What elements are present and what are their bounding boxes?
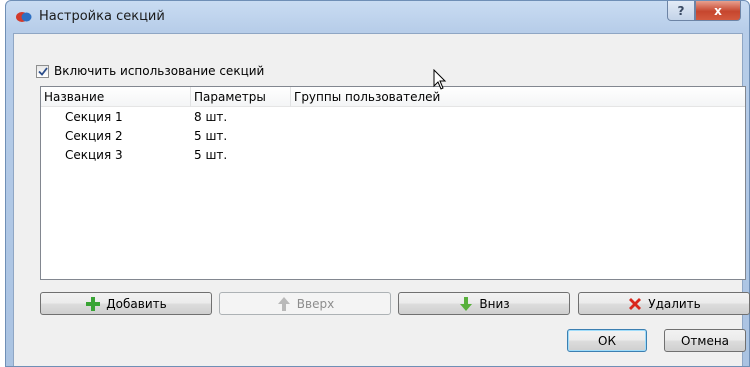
ok-button[interactable]: ОК	[567, 329, 647, 352]
table-header: Название Параметры Группы пользователей	[41, 87, 745, 107]
row-name: Секция 3	[65, 148, 123, 162]
row-name: Секция 2	[65, 129, 123, 143]
column-header-params[interactable]: Параметры	[191, 87, 291, 107]
cancel-button[interactable]: Отмена	[664, 329, 746, 352]
plus-green-icon	[86, 296, 101, 311]
cross-red-icon	[629, 297, 642, 310]
add-button[interactable]: Добавить	[40, 292, 212, 315]
move-down-button[interactable]: Вниз	[398, 292, 570, 315]
column-header-name[interactable]: Название	[41, 87, 191, 107]
table-row[interactable]: Секция 3 5 шт.	[41, 146, 745, 165]
app-icon	[16, 12, 32, 22]
row-name: Секция 1	[65, 110, 123, 124]
delete-button[interactable]: Удалить	[578, 292, 750, 315]
dialog-window: Настройка секций ? x Включить использова…	[5, 0, 750, 367]
delete-button-label: Удалить	[648, 296, 701, 311]
sections-table[interactable]: Название Параметры Группы пользователей …	[40, 86, 746, 280]
close-button[interactable]: x	[695, 1, 741, 21]
column-header-groups[interactable]: Группы пользователей	[291, 87, 746, 107]
enable-sections-checkbox[interactable]	[36, 64, 49, 78]
close-icon: x	[714, 3, 722, 18]
window-title: Настройка секций	[39, 9, 165, 24]
move-up-button[interactable]: Вверх	[219, 292, 391, 315]
row-params: 5 шт.	[194, 148, 228, 162]
row-params: 5 шт.	[194, 129, 228, 143]
move-down-button-label: Вниз	[479, 296, 510, 311]
help-icon: ?	[677, 3, 685, 18]
ok-button-label: ОК	[598, 333, 616, 348]
help-button[interactable]: ?	[667, 1, 695, 21]
arrow-up-icon	[277, 296, 290, 311]
move-up-button-label: Вверх	[296, 296, 335, 311]
row-params: 8 шт.	[194, 110, 228, 124]
arrow-down-green-icon	[460, 296, 473, 311]
mouse-cursor-icon	[433, 69, 447, 90]
add-button-label: Добавить	[106, 296, 167, 311]
dialog-body: Включить использование секций Название П…	[13, 33, 750, 366]
enable-sections-row[interactable]: Включить использование секций	[36, 64, 264, 78]
table-row[interactable]: Секция 2 5 шт.	[41, 127, 745, 146]
enable-sections-label: Включить использование секций	[54, 64, 265, 78]
table-row[interactable]: Секция 1 8 шт.	[41, 108, 745, 127]
title-bar[interactable]: Настройка секций ? x	[6, 1, 749, 33]
cancel-button-label: Отмена	[680, 333, 730, 348]
checkmark-icon	[37, 66, 48, 76]
